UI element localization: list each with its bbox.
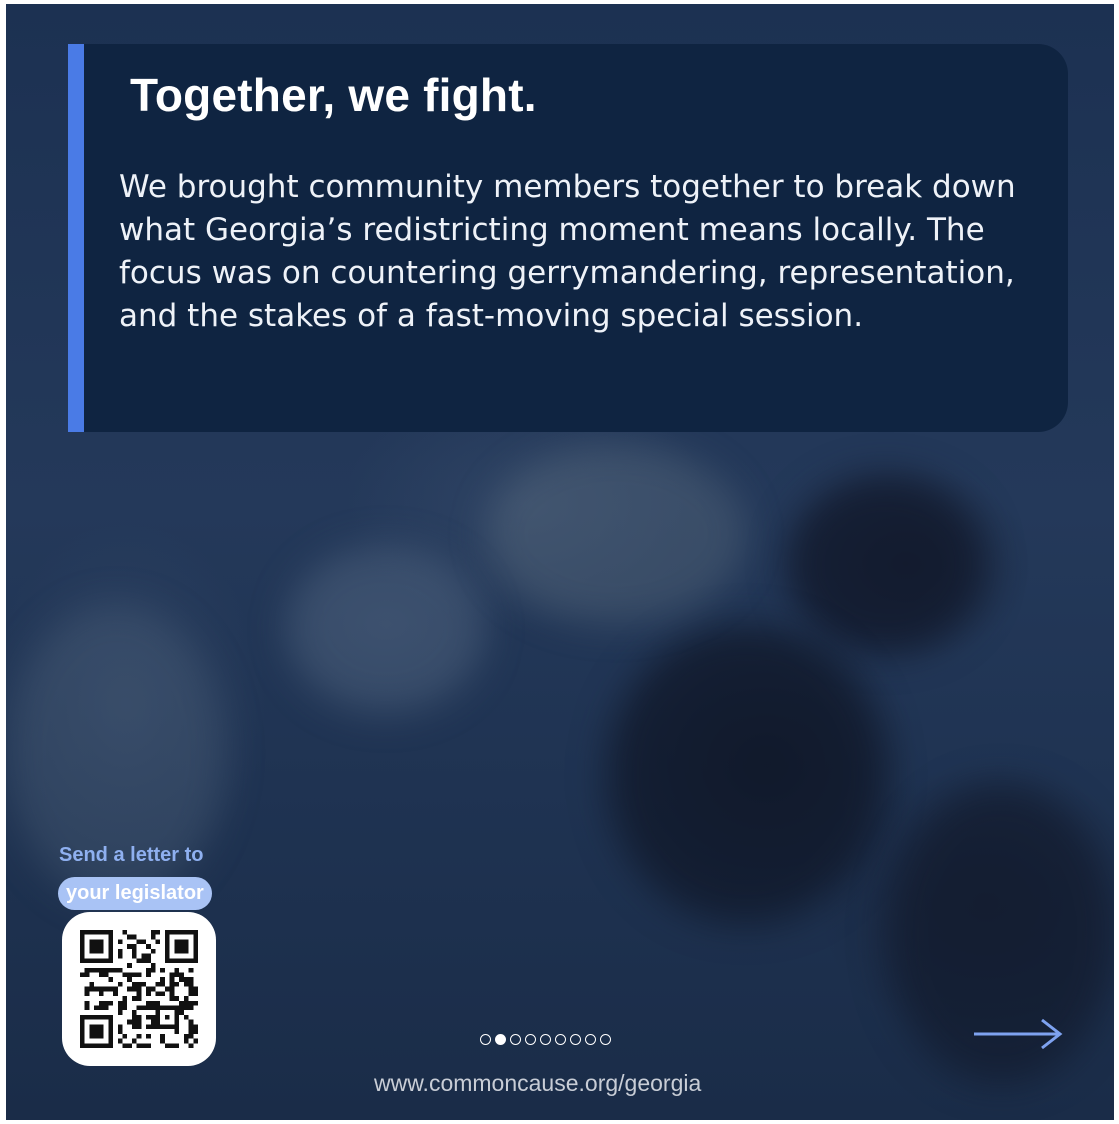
arrow-right-icon[interactable] [972, 1016, 1064, 1052]
background-photo-figure [286, 544, 486, 714]
headline: Together, we fight. [130, 69, 537, 121]
background-photo-figure [606, 624, 886, 924]
carousel-dot[interactable] [480, 1034, 491, 1045]
qr-code-icon [80, 930, 198, 1048]
footer-url[interactable]: www.commoncause.org/georgia [374, 1070, 701, 1097]
carousel-dot[interactable] [540, 1034, 551, 1045]
qr-code-card[interactable] [62, 912, 216, 1066]
cta-send-letter-label: Send a letter to [59, 844, 204, 866]
body-text: We brought community members together to… [119, 169, 1016, 334]
carousel-dot[interactable] [495, 1034, 506, 1045]
carousel-dot[interactable] [555, 1034, 566, 1045]
background-photo [786, 474, 986, 654]
carousel-dot[interactable] [510, 1034, 521, 1045]
background-photo-figure [486, 444, 746, 624]
carousel-dot[interactable] [525, 1034, 536, 1045]
carousel-dot[interactable] [585, 1034, 596, 1045]
carousel-dot[interactable] [570, 1034, 581, 1045]
accent-bar [68, 44, 84, 432]
cta-legislator-pill[interactable]: your legislator [58, 877, 212, 910]
carousel-pagination [480, 1034, 611, 1045]
slide-frame: Together, we fight. We brought community… [6, 4, 1114, 1120]
carousel-dot[interactable] [600, 1034, 611, 1045]
